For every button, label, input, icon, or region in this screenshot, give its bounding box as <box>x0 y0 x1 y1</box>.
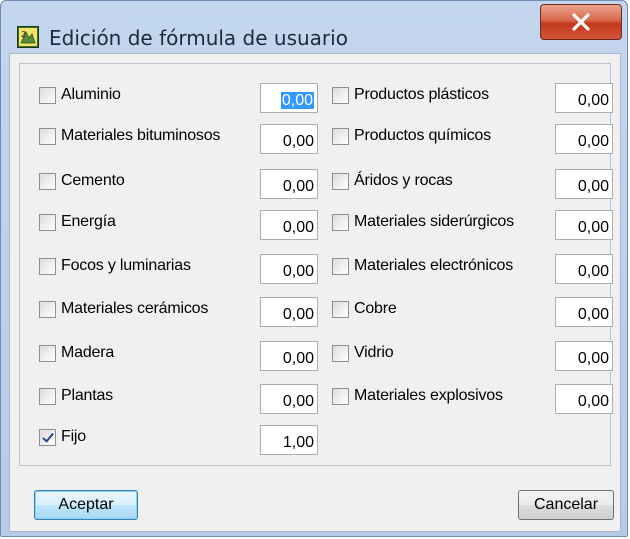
checkbox-materiales-ceramicos[interactable] <box>39 300 56 318</box>
checkbox-fijo[interactable] <box>39 428 56 446</box>
value-energia[interactable]: 0,00 <box>260 210 318 240</box>
item-energia[interactable]: Energía <box>39 207 116 237</box>
window-title: Edición de fórmula de usuario <box>49 26 348 50</box>
checkbox-materiales-electronicos[interactable] <box>332 257 349 275</box>
item-focos-y-luminarias[interactable]: Focos y luminarias <box>39 251 191 281</box>
checkbox-plantas[interactable] <box>39 387 56 405</box>
value-materiales-siderurgicos[interactable]: 0,00 <box>555 210 613 240</box>
label-vidrio: Vidrio <box>354 344 394 361</box>
item-materiales-electronicos[interactable]: Materiales electrónicos <box>332 251 513 281</box>
item-cemento[interactable]: Cemento <box>39 166 125 196</box>
label-materiales-explosivos: Materiales explosivos <box>354 387 503 404</box>
value-materiales-bituminosos[interactable]: 0,00 <box>260 124 318 154</box>
item-productos-quimicos[interactable]: Productos químicos <box>332 121 491 151</box>
value-aridos-y-rocas[interactable]: 0,00 <box>555 169 613 199</box>
label-productos-plasticos: Productos plásticos <box>354 86 489 103</box>
accept-button[interactable]: Aceptar <box>34 490 138 520</box>
title-bar[interactable]: 2 Edición de fórmula de usuario <box>1 1 627 53</box>
checkbox-madera[interactable] <box>39 344 56 362</box>
label-aridos-y-rocas: Áridos y rocas <box>354 172 453 189</box>
dialog-window: 2 Edición de fórmula de usuario Aluminio… <box>0 0 628 537</box>
value-materiales-ceramicos[interactable]: 0,00 <box>260 297 318 327</box>
value-materiales-explosivos[interactable]: 0,00 <box>555 384 613 414</box>
label-cobre: Cobre <box>354 300 397 317</box>
checkbox-productos-plasticos[interactable] <box>332 86 349 104</box>
checkbox-materiales-explosivos[interactable] <box>332 387 349 405</box>
checkbox-cemento[interactable] <box>39 172 56 190</box>
item-materiales-ceramicos[interactable]: Materiales cerámicos <box>39 294 208 324</box>
label-energia: Energía <box>61 213 116 230</box>
label-materiales-electronicos: Materiales electrónicos <box>354 257 514 274</box>
label-fijo: Fijo <box>61 428 86 445</box>
item-aridos-y-rocas[interactable]: Áridos y rocas <box>332 166 453 196</box>
value-focos-y-luminarias[interactable]: 0,00 <box>260 254 318 284</box>
checkbox-focos-y-luminarias[interactable] <box>39 257 56 275</box>
value-cobre[interactable]: 0,00 <box>555 297 613 327</box>
label-productos-quimicos: Productos químicos <box>354 127 491 144</box>
item-vidrio[interactable]: Vidrio <box>332 338 394 368</box>
close-button[interactable] <box>540 4 622 40</box>
value-vidrio[interactable]: 0,00 <box>555 341 613 371</box>
checkbox-materiales-bituminosos[interactable] <box>39 127 56 145</box>
checkbox-productos-quimicos[interactable] <box>332 127 349 145</box>
value-madera[interactable]: 0,00 <box>260 341 318 371</box>
checkbox-energia[interactable] <box>39 213 56 231</box>
dialog-client-area: Aluminio 0,00 Materiales bituminosos 0,0… <box>9 53 621 532</box>
item-fijo[interactable]: Fijo <box>39 422 86 452</box>
item-materiales-bituminosos[interactable]: Materiales bituminosos <box>39 121 220 151</box>
checkbox-vidrio[interactable] <box>332 344 349 362</box>
label-cemento: Cemento <box>61 172 125 189</box>
item-madera[interactable]: Madera <box>39 338 114 368</box>
label-materiales-ceramicos: Materiales cerámicos <box>61 300 209 317</box>
close-icon <box>572 13 590 31</box>
item-materiales-siderurgicos[interactable]: Materiales siderúrgicos <box>332 207 514 237</box>
value-materiales-electronicos[interactable]: 0,00 <box>555 254 613 284</box>
value-cemento[interactable]: 0,00 <box>260 169 318 199</box>
value-productos-quimicos[interactable]: 0,00 <box>555 124 613 154</box>
label-madera: Madera <box>61 344 115 361</box>
checkbox-materiales-siderurgicos[interactable] <box>332 213 349 231</box>
item-plantas[interactable]: Plantas <box>39 381 113 411</box>
label-focos-y-luminarias: Focos y luminarias <box>61 257 191 274</box>
svg-text:2: 2 <box>21 30 26 39</box>
value-fijo[interactable]: 1,00 <box>260 425 318 455</box>
checkbox-cobre[interactable] <box>332 300 349 318</box>
label-materiales-bituminosos: Materiales bituminosos <box>61 127 221 144</box>
item-aluminio[interactable]: Aluminio <box>39 80 121 110</box>
item-cobre[interactable]: Cobre <box>332 294 397 324</box>
item-materiales-explosivos[interactable]: Materiales explosivos <box>332 381 503 411</box>
formula-app-icon: 2 <box>17 26 39 48</box>
checkbox-aridos-y-rocas[interactable] <box>332 172 349 190</box>
cancel-button[interactable]: Cancelar <box>518 490 614 520</box>
label-materiales-siderurgicos: Materiales siderúrgicos <box>354 213 514 230</box>
label-plantas: Plantas <box>61 387 113 404</box>
checkbox-aluminio[interactable] <box>39 86 56 104</box>
value-productos-plasticos[interactable]: 0,00 <box>555 83 613 113</box>
item-productos-plasticos[interactable]: Productos plásticos <box>332 80 489 110</box>
label-aluminio: Aluminio <box>61 86 121 103</box>
value-plantas[interactable]: 0,00 <box>260 384 318 414</box>
value-aluminio[interactable]: 0,00 <box>260 83 318 113</box>
